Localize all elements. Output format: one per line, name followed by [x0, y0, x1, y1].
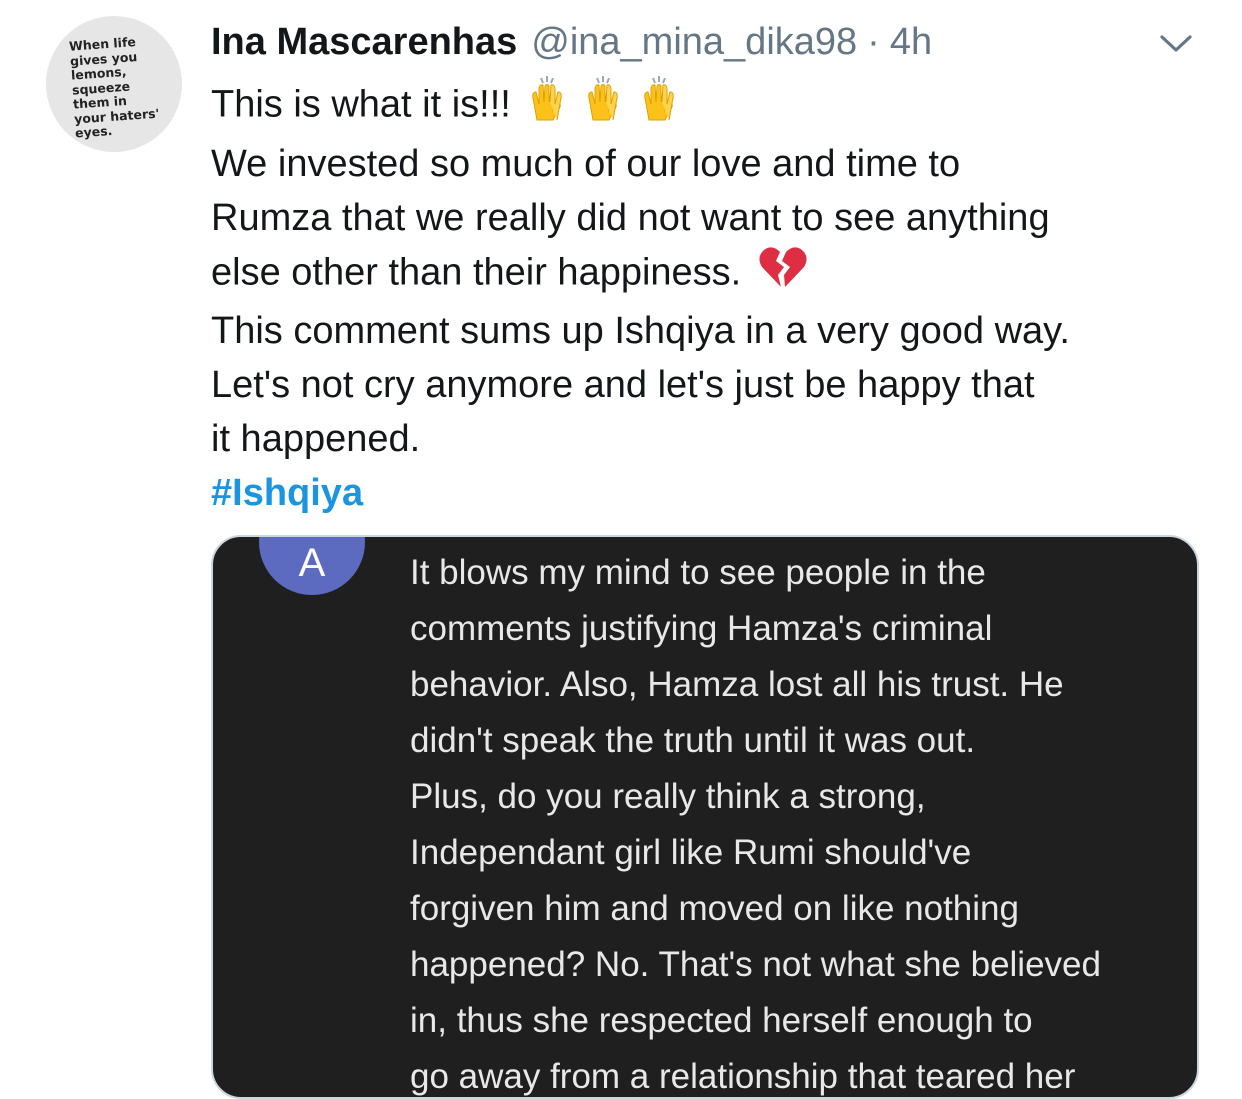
comment-line: Independant girl like Rumi should've: [410, 833, 972, 872]
tweet-header: Ina Mascarenhas @ina_mina_dika98 · 4h: [211, 18, 932, 66]
user-handle[interactable]: @ina_mina_dika98: [531, 18, 857, 66]
comment-line: happened? No. That's not what she believ…: [410, 945, 1101, 984]
chevron-down-icon[interactable]: [1156, 30, 1196, 56]
tweet-body: This is what it is!!! We invested so muc…: [211, 76, 1211, 520]
tweet-line: else other than their happiness.: [211, 245, 1211, 304]
display-name[interactable]: Ina Mascarenhas: [211, 18, 517, 66]
tweet-line: Rumza that we really did not want to see…: [211, 197, 1050, 239]
comment-line: comments justifying Hamza's criminal: [410, 609, 993, 648]
tweet-line: This comment sums up Ishqiya in a very g…: [211, 310, 1070, 352]
tweet-line: Let's not cry anymore and let's just be …: [211, 364, 1035, 406]
hashtag-link[interactable]: #Ishqiya: [211, 466, 1211, 520]
tweet-line: This is what it is!!!: [211, 76, 1211, 137]
tweet-timestamp[interactable]: 4h: [890, 18, 932, 66]
avatar-letter: A: [298, 541, 326, 585]
tweet-line: it happened.: [211, 418, 421, 460]
header-separator: ·: [867, 21, 880, 63]
profile-avatar[interactable]: When life gives you lemons, squeeze them…: [46, 16, 182, 152]
tweet-line: We invested so much of our love and time…: [211, 143, 961, 185]
avatar-quote-text: When life gives you lemons, squeeze them…: [68, 34, 160, 141]
comment-line: forgiven him and moved on like nothing: [410, 889, 1019, 928]
raising-hands-emoji-icon: [527, 76, 697, 137]
attached-screenshot[interactable]: A It blows my mind to see people in the …: [211, 535, 1199, 1099]
comment-line: It blows my mind to see people in the: [410, 553, 986, 592]
comment-line: didn't speak the truth until it was out.: [410, 721, 976, 760]
commenter-avatar: A: [259, 537, 365, 595]
comment-line: in, thus she respected herself enough to: [410, 1001, 1033, 1040]
comment-line: Plus, do you really think a strong,: [410, 777, 926, 816]
comment-line: go away from a relationship that teared …: [410, 1057, 1076, 1096]
comment-line: behavior. Also, Hamza lost all his trust…: [410, 665, 1064, 704]
broken-heart-emoji-icon: [758, 245, 808, 304]
comment-text: It blows my mind to see people in the co…: [410, 545, 1190, 1097]
